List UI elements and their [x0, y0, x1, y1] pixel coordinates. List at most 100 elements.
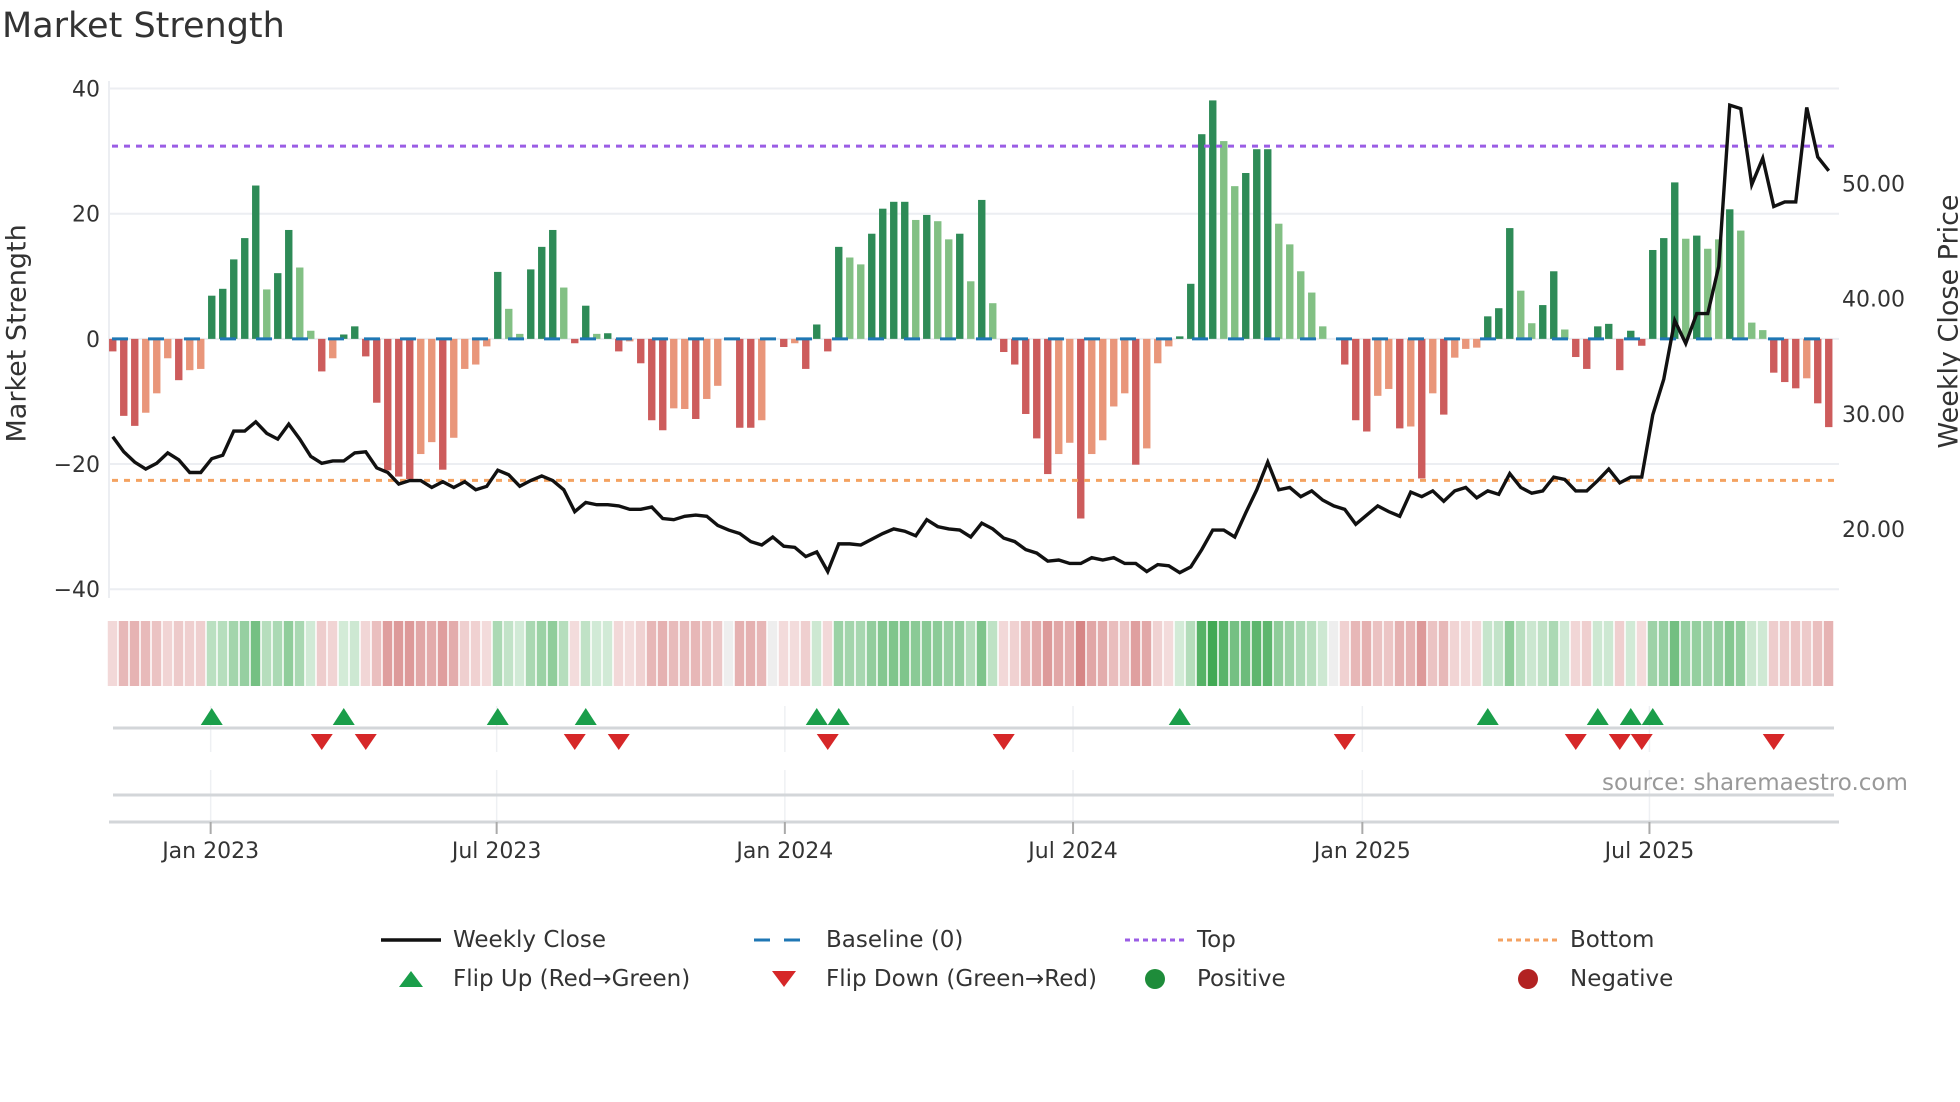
heat-cell [888, 621, 899, 686]
heat-cell [767, 621, 778, 686]
strength-bar [318, 338, 326, 372]
heat-cell [1273, 621, 1284, 686]
heat-cell [987, 621, 998, 686]
strength-bar [252, 185, 260, 339]
strength-bar [1176, 336, 1184, 339]
strength-bar [439, 338, 447, 470]
strength-bar [1539, 305, 1547, 339]
heat-cell [140, 621, 151, 686]
heat-cell [525, 621, 536, 686]
legend-item: Weekly Close [381, 925, 606, 955]
strength-bar [428, 338, 436, 443]
strength-bar [1660, 238, 1668, 339]
flip-up-marker [827, 708, 850, 725]
heat-cell [1504, 621, 1515, 686]
y2-tick-label: 20.00 [1842, 518, 1905, 543]
strength-bar [1044, 338, 1052, 475]
heat-cell [1350, 621, 1361, 686]
strength-bar [571, 338, 579, 344]
strength-bar [186, 338, 194, 371]
heat-cell [404, 621, 415, 686]
heat-cell [415, 621, 426, 686]
strength-bar [681, 338, 689, 409]
heat-cell [1405, 621, 1416, 686]
heat-cell [1735, 621, 1746, 686]
strength-bar [648, 338, 656, 421]
strength-bar [1297, 271, 1305, 339]
heat-cell [1196, 621, 1207, 686]
legend-label: Top [1197, 927, 1236, 953]
heat-cell [1141, 621, 1152, 686]
strength-bar [230, 259, 238, 339]
heat-cell [129, 621, 140, 686]
heat-cell [1097, 621, 1108, 686]
heat-cell [228, 621, 239, 686]
strength-bar [1341, 338, 1349, 365]
strength-bar [1671, 182, 1679, 339]
heat-cell [1251, 621, 1262, 686]
heat-cell [1152, 621, 1163, 686]
heat-cell [690, 621, 701, 686]
strength-bar [461, 338, 469, 369]
heat-cell [679, 621, 690, 686]
heat-cell [734, 621, 745, 686]
strength-bar [131, 338, 139, 426]
heat-cell [371, 621, 382, 686]
heat-cell [1614, 621, 1625, 686]
heat-cell [305, 621, 316, 686]
heat-cell [1119, 621, 1130, 686]
heat-cell [1647, 621, 1658, 686]
strength-bar [1033, 338, 1041, 439]
strength-bar [1473, 338, 1481, 348]
heat-cell [899, 621, 910, 686]
heat-cell [459, 621, 470, 686]
heat-cell [1009, 621, 1020, 686]
strength-bar [912, 219, 920, 339]
line-swatch-icon [381, 938, 441, 942]
legend-item: Top [1125, 925, 1236, 955]
heat-cell [503, 621, 514, 686]
flip-down-marker [354, 734, 377, 750]
flip-up-marker [1619, 708, 1642, 725]
heat-cell [1438, 621, 1449, 686]
strength-bar [1121, 338, 1129, 394]
strength-bar [1572, 338, 1580, 358]
heat-cell [976, 621, 987, 686]
strength-bar [1583, 338, 1591, 369]
strength-bar [208, 295, 216, 339]
strength-bar [1462, 338, 1470, 349]
strength-bar [934, 221, 942, 339]
heat-cell [1262, 621, 1273, 686]
strength-bar [604, 333, 612, 339]
flip-up-marker [1476, 708, 1499, 725]
strength-bar [373, 338, 381, 403]
strength-bar [307, 330, 315, 339]
heat-cell [866, 621, 877, 686]
strength-bar [219, 288, 227, 339]
strength-bar [868, 233, 876, 339]
heat-cell [1482, 621, 1493, 686]
heat-cell [569, 621, 580, 686]
heat-cell [1603, 621, 1614, 686]
heat-cell [272, 621, 283, 686]
strength-bar [714, 338, 722, 386]
heat-cell [1537, 621, 1548, 686]
heat-cell [1284, 621, 1295, 686]
heat-cell [1317, 621, 1328, 686]
strength-bar [670, 338, 678, 409]
heat-cell [998, 621, 1009, 686]
heat-cell [1779, 621, 1790, 686]
heat-cell [316, 621, 327, 686]
strength-bar [967, 281, 975, 339]
heat-cell [1702, 621, 1713, 686]
strength-bar [395, 338, 403, 477]
heat-cell [1724, 621, 1735, 686]
heat-cell [426, 621, 437, 686]
flip-up-marker [332, 708, 355, 725]
strength-bar [1242, 173, 1250, 339]
strength-bar [1000, 338, 1008, 353]
strength-bar [1770, 338, 1778, 373]
legend-label: Weekly Close [453, 927, 606, 953]
x-tick-label: Jan 2025 [1312, 839, 1411, 864]
strength-bar [505, 308, 513, 339]
